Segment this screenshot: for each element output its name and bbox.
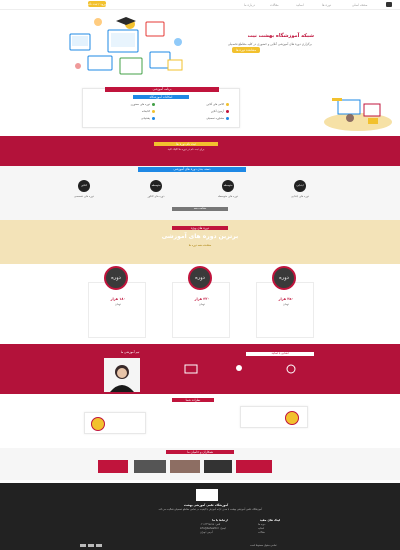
reviewer-avatar bbox=[91, 417, 105, 431]
teachers-section: تیم آموزشی ما آشنایی با اساتید bbox=[0, 344, 400, 394]
footer-link[interactable]: دوره ها bbox=[258, 523, 265, 526]
nav-item-articles[interactable]: مقالات bbox=[270, 3, 279, 7]
nav-item-courses[interactable]: دوره ها bbox=[322, 3, 331, 7]
footer-logo-icon bbox=[196, 489, 218, 501]
courses-banner: دوره های ویژه برترین دوره های آموزشی مشا… bbox=[0, 220, 400, 264]
course-card[interactable]: ۱۸۰ هزار تومان bbox=[88, 282, 146, 338]
category-circle[interactable]: ابتدایی bbox=[294, 180, 306, 192]
feature-item: آزمون آنلاین bbox=[169, 110, 229, 114]
teachers-subtitle: آشنایی با اساتید bbox=[246, 352, 314, 356]
footer-brand: آموزشگاه علمی آموزشی بهشت bbox=[183, 503, 229, 507]
categories-more-button[interactable]: مشاهده همه bbox=[172, 207, 228, 211]
course-icon: دوره bbox=[272, 266, 296, 290]
register-text[interactable]: برای ثبت نام در دوره ها کلیک کنید bbox=[154, 148, 218, 151]
categories-ribbon: دسته بندی دوره های آموزشی bbox=[138, 167, 246, 172]
partners-section: همکاران و حامیان ما bbox=[0, 448, 400, 480]
reviews-section: نظرات شما bbox=[0, 394, 400, 444]
course-card[interactable]: ۲۵۰ هزار تومان bbox=[256, 282, 314, 338]
teachers-title: تیم آموزشی ما bbox=[120, 350, 140, 354]
footer-contact-item: تلفن: ۰۲۱۱۲۳۴۵۶۷۸ bbox=[200, 523, 221, 526]
reviewer-avatar bbox=[285, 411, 299, 425]
category-circle[interactable]: کنکور bbox=[78, 180, 90, 192]
feature-item: دوره های حضوری bbox=[95, 103, 155, 107]
partner-logo[interactable] bbox=[204, 460, 232, 473]
footer-contact-item: ایمیل: info@behesht.ir bbox=[200, 527, 226, 530]
person-icon bbox=[104, 358, 140, 392]
feature-bullet-icon bbox=[226, 103, 229, 106]
top-navbar: صفحه اصلی دوره ها اساتید مقالات درباره م… bbox=[0, 0, 400, 10]
course-card[interactable]: ۳۲۰ هزار تومان bbox=[172, 282, 230, 338]
footer-contact-item: آدرس: تهران bbox=[200, 531, 213, 534]
course-icon: دوره bbox=[104, 266, 128, 290]
courses-cta[interactable]: مشاهده همه دوره ها bbox=[168, 244, 232, 247]
features-heading: امکانات آموزشگاه bbox=[133, 95, 189, 99]
hero-title: شبکه آموزشگاه بهشت نیت bbox=[247, 33, 314, 39]
social-icon[interactable] bbox=[88, 544, 94, 547]
feature-bullet-icon bbox=[226, 117, 229, 120]
feature-bullet-icon bbox=[152, 117, 155, 120]
feature-bullet-icon bbox=[226, 110, 229, 113]
award-icon bbox=[286, 364, 296, 374]
social-icon[interactable] bbox=[96, 544, 102, 547]
categories-section: دسته بندی دوره های آموزشی ابتدایی متوسطه… bbox=[0, 166, 400, 220]
review-card bbox=[240, 406, 308, 428]
footer-links-heading: لینک های مفید bbox=[259, 518, 281, 522]
feature-bullet-icon bbox=[152, 110, 155, 113]
site-logo-icon[interactable] bbox=[386, 2, 392, 7]
login-button[interactable]: ورود / ثبت نام bbox=[88, 1, 106, 7]
footer-copyright: تمامی حقوق محفوظ است bbox=[250, 544, 277, 547]
partner-logo[interactable] bbox=[170, 460, 200, 473]
course-icon: دوره bbox=[188, 266, 212, 290]
courses-ribbon: دوره های ویژه bbox=[172, 226, 228, 230]
book-icon bbox=[184, 364, 198, 374]
footer: آموزشگاه علمی آموزشی بهشت آموزشگاه علمی … bbox=[0, 483, 400, 550]
feature-item: کلاس های آنلاین bbox=[169, 103, 229, 107]
category-label[interactable]: دوره های متوسطه bbox=[210, 195, 246, 198]
courses-title: برترین دوره های آموزشی bbox=[161, 233, 239, 240]
register-ribbon: ثبت نام دوره ها bbox=[154, 142, 218, 146]
feature-item: کتابخانه bbox=[95, 110, 155, 114]
study-illustration bbox=[324, 98, 392, 131]
register-band: ثبت نام دوره ها برای ثبت نام در دوره ها … bbox=[0, 136, 400, 166]
partner-logo[interactable] bbox=[98, 460, 128, 473]
reviews-ribbon: نظرات شما bbox=[172, 398, 214, 402]
category-label[interactable]: دوره های ابتدایی bbox=[282, 195, 318, 198]
nav-item-about[interactable]: درباره ما bbox=[244, 3, 255, 7]
footer-about: آموزشگاه علمی آموزشی بهشت با هدف ارائه آ… bbox=[158, 508, 262, 511]
partners-ribbon: همکاران و حامیان ما bbox=[166, 450, 234, 454]
category-label[interactable]: دوره های کنکور bbox=[138, 195, 174, 198]
footer-link[interactable]: مقالات bbox=[258, 531, 265, 534]
feature-bullet-icon bbox=[152, 103, 155, 106]
features-card: برنامه آموزشی امکانات آموزشگاه کلاس های … bbox=[82, 87, 240, 128]
footer-contact-heading: ارتباط با ما bbox=[212, 518, 228, 522]
category-label[interactable]: دوره های تخصصی bbox=[66, 195, 102, 198]
nav-item-teachers[interactable]: اساتید bbox=[296, 3, 304, 7]
footer-link[interactable]: اساتید bbox=[258, 527, 264, 530]
category-circle[interactable]: متوسطه دوم bbox=[150, 180, 162, 199]
social-icon[interactable] bbox=[80, 544, 86, 547]
feature-item: پشتیبانی bbox=[95, 117, 155, 121]
hero-cta-button[interactable]: مشاهده دوره ها bbox=[232, 47, 260, 53]
category-circle[interactable]: متوسطه اول bbox=[222, 180, 234, 199]
feature-item: مشاوره تحصیلی bbox=[169, 117, 229, 121]
nav-item-home[interactable]: صفحه اصلی bbox=[352, 3, 367, 7]
hero-illustration bbox=[69, 17, 183, 75]
hero-subtitle: برگزاری دوره های آموزشی آنلاین و حضوری د… bbox=[227, 42, 312, 46]
features-ribbon: برنامه آموزشی bbox=[105, 87, 219, 92]
teacher-avatar[interactable] bbox=[104, 358, 140, 392]
partner-logo[interactable] bbox=[134, 460, 166, 473]
teacher-icon bbox=[236, 365, 242, 371]
partner-logo[interactable] bbox=[236, 460, 272, 473]
review-card bbox=[84, 412, 146, 434]
